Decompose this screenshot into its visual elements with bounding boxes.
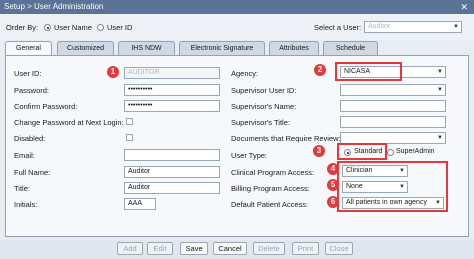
callout-6-badge: 6 [327, 196, 339, 208]
order-bar: Order By: User Name User ID Select a Use… [0, 14, 474, 40]
chevron-down-icon: ▼ [437, 135, 443, 141]
user-id-label: User ID: [14, 69, 42, 78]
disabled-checkbox[interactable] [126, 134, 133, 141]
tab-customized[interactable]: Customized [57, 41, 114, 55]
change-password-label: Change Password at Next Login: [14, 118, 124, 127]
order-by-username-radio[interactable] [44, 24, 51, 31]
tab-schedule[interactable]: Schedule [323, 41, 378, 55]
confirm-password-field[interactable]: •••••••••• [124, 100, 220, 112]
order-by-userid-radio[interactable] [97, 24, 104, 31]
full-name-label: Full Name: [14, 168, 51, 177]
clinical-access-label: Clinical Program Access: [231, 168, 314, 177]
callout-5-badge: 5 [327, 179, 339, 191]
chevron-down-icon: ▼ [453, 24, 459, 30]
callout-4-badge: 4 [327, 163, 339, 175]
supervisor-title-label: Supervisor's Title: [231, 118, 290, 127]
callout-1-badge: 1 [107, 66, 119, 78]
select-user-value: Auditor [368, 23, 391, 30]
save-button[interactable]: Save [180, 242, 208, 255]
supervisor-title-field[interactable] [340, 116, 446, 128]
confirm-password-label: Confirm Password: [14, 102, 78, 111]
password-label: Password: [14, 86, 50, 95]
close-window-icon[interactable]: ✕ [460, 0, 468, 14]
billing-access-label: Billing Program Access: [231, 184, 310, 193]
chevron-down-icon: ▼ [437, 87, 443, 93]
email-field[interactable] [124, 149, 220, 161]
button-bar: Add Edit Save Cancel Delete Print Close [0, 240, 474, 259]
tab-general[interactable]: General [5, 41, 52, 56]
tab-ihs-ndw[interactable]: IHS NDW [118, 41, 175, 55]
password-field[interactable]: •••••••••• [124, 84, 220, 96]
full-name-field[interactable]: Auditor [124, 166, 220, 178]
default-patient-access-label: Default Patient Access: [231, 200, 309, 209]
agency-highlight [335, 62, 402, 81]
title-field[interactable]: Auditor [124, 182, 220, 194]
disabled-label: Disabled: [14, 134, 46, 143]
tab-electronic-signature[interactable]: Electronic Signature [179, 41, 265, 55]
supervisor-name-field[interactable] [340, 100, 446, 112]
callout-3-badge: 3 [313, 145, 325, 157]
order-by-userid-label: User ID [107, 23, 133, 32]
agency-label: Agency: [231, 69, 259, 78]
select-user-label: Select a User: [314, 23, 362, 32]
delete-button[interactable]: Delete [253, 242, 285, 255]
window-titlebar: Setup > User Administration ✕ [0, 0, 474, 14]
tab-attributes[interactable]: Attributes [269, 41, 319, 55]
initials-label: Initials: [14, 200, 38, 209]
supervisor-name-label: Supervisor's Name: [231, 102, 297, 111]
window-title: Setup > User Administration [4, 2, 104, 11]
access-highlight [337, 161, 448, 212]
title-label: Title: [14, 184, 30, 193]
cancel-button[interactable]: Cancel [213, 242, 247, 255]
select-user-dropdown[interactable]: Auditor ▼ [364, 21, 462, 33]
user-type-superadmin-label: SuperAdmin [396, 148, 435, 155]
close-button[interactable]: Close [325, 242, 353, 255]
order-by-username-label: User Name [54, 23, 92, 32]
user-type-highlight [337, 143, 387, 160]
email-label: Email: [14, 151, 35, 160]
user-type-superadmin-radio[interactable] [387, 149, 394, 156]
user-id-field: AUDITOR [124, 67, 220, 79]
initials-field[interactable]: AAA [124, 198, 156, 210]
print-button[interactable]: Print [292, 242, 319, 255]
callout-2-badge: 2 [314, 64, 326, 76]
supervisor-user-id-dropdown[interactable]: ▼ [340, 84, 446, 96]
supervisor-user-id-label: Supervisor User ID: [231, 86, 297, 95]
chevron-down-icon: ▼ [437, 69, 443, 75]
add-button[interactable]: Add [117, 242, 143, 255]
edit-button[interactable]: Edit [147, 242, 173, 255]
order-by-label: Order By: [6, 23, 39, 32]
user-type-label: User Type: [231, 151, 268, 160]
change-password-checkbox[interactable] [126, 118, 133, 125]
documents-review-label: Documents that Require Review: [231, 134, 341, 143]
